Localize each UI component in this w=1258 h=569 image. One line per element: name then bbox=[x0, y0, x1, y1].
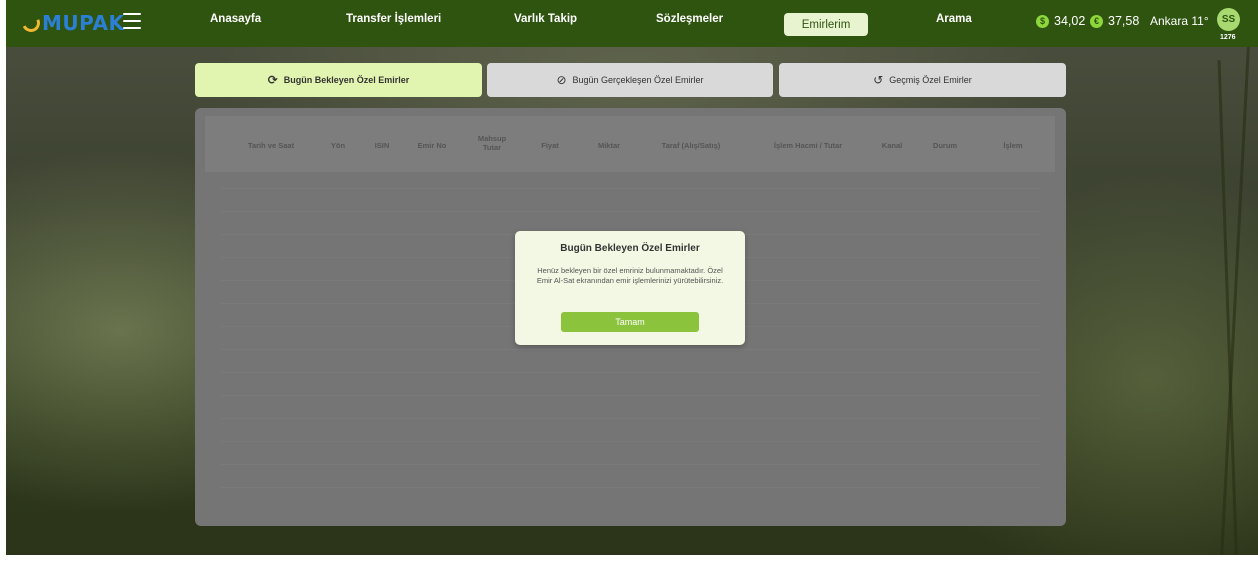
logo-swoosh-icon bbox=[19, 11, 43, 35]
usd-rate: $ 34,02 bbox=[1036, 14, 1085, 28]
column-header: ISIN bbox=[374, 141, 390, 150]
history-icon: ↺ bbox=[873, 73, 884, 87]
tab-gecmis[interactable]: ↺ Geçmiş Özel Emirler bbox=[779, 63, 1066, 97]
column-header: Miktar bbox=[597, 141, 621, 150]
modal-message: Henüz bekleyen bir özel emriniz bulunmam… bbox=[536, 266, 724, 285]
table-header: Tarih ve Saat Yön ISIN Emir No Mahsup Tu… bbox=[205, 116, 1055, 172]
tab-label: Geçmiş Özel Emirler bbox=[889, 75, 972, 85]
row-separator bbox=[221, 372, 1041, 373]
tab-bugun-bekleyen[interactable]: ⟳ Bugün Bekleyen Özel Emirler bbox=[195, 63, 482, 97]
column-header: Mahsup Tutar bbox=[477, 134, 507, 152]
row-separator bbox=[221, 211, 1041, 212]
row-separator bbox=[221, 487, 1041, 488]
nav-item-sozlesmeler[interactable]: Sözleşmeler bbox=[656, 13, 723, 25]
dollar-icon: $ bbox=[1036, 14, 1049, 28]
nav-item-transfer[interactable]: Transfer İşlemleri bbox=[346, 13, 441, 25]
eur-rate-value: 37,58 bbox=[1108, 14, 1140, 28]
check-circle-icon: ⊘ bbox=[556, 73, 567, 87]
modal-title: Bugün Bekleyen Özel Emirler bbox=[560, 243, 700, 254]
row-separator bbox=[221, 188, 1041, 189]
row-separator bbox=[221, 464, 1041, 465]
row-separator bbox=[221, 441, 1041, 442]
left-edge bbox=[0, 0, 6, 569]
user-id: 1276 bbox=[1220, 34, 1236, 41]
column-header: Tarih ve Saat bbox=[247, 141, 295, 150]
ok-button[interactable]: Tamam bbox=[561, 312, 699, 332]
bottom-edge bbox=[0, 555, 1258, 569]
row-separator bbox=[221, 349, 1041, 350]
nav-item-varlik-takip[interactable]: Varlık Takip bbox=[514, 13, 577, 25]
column-header: Taraf (Alış/Satış) bbox=[661, 141, 721, 150]
row-separator bbox=[221, 395, 1041, 396]
column-header: Durum bbox=[932, 141, 958, 150]
logo-text: MUPAK bbox=[42, 11, 125, 35]
refresh-icon: ⟳ bbox=[267, 73, 278, 87]
avatar[interactable]: SS bbox=[1217, 8, 1240, 31]
column-header: Yön bbox=[330, 141, 346, 150]
eur-rate: € 37,58 bbox=[1090, 14, 1139, 28]
column-header: Emir No bbox=[417, 141, 447, 150]
nav-item-arama[interactable]: Arama bbox=[936, 13, 972, 25]
tab-label: Bugün Gerçekleşen Özel Emirler bbox=[572, 75, 704, 85]
column-header: Kanal bbox=[881, 141, 903, 150]
logo[interactable]: MUPAK bbox=[19, 9, 125, 37]
euro-icon: € bbox=[1090, 14, 1103, 28]
nav-item-emirlerim[interactable]: Emirlerim bbox=[784, 13, 868, 36]
nav-item-anasayfa[interactable]: Anasayfa bbox=[210, 13, 261, 25]
tab-label: Bugün Bekleyen Özel Emirler bbox=[283, 75, 410, 85]
empty-state-modal: Bugün Bekleyen Özel Emirler Henüz bekley… bbox=[515, 231, 745, 345]
row-separator bbox=[221, 418, 1041, 419]
usd-rate-value: 34,02 bbox=[1054, 14, 1086, 28]
weather-location: Ankara 11° bbox=[1150, 14, 1209, 28]
top-navbar: MUPAK Anasayfa Transfer İşlemleri Varlık… bbox=[6, 0, 1258, 47]
column-header: İşlem bbox=[1003, 141, 1023, 150]
tab-bugun-gerceklesen[interactable]: ⊘ Bugün Gerçekleşen Özel Emirler bbox=[487, 63, 773, 97]
hamburger-menu-icon[interactable] bbox=[123, 13, 141, 29]
column-header: İşlem Hacmi / Tutar bbox=[773, 141, 843, 150]
column-header: Fiyat bbox=[541, 141, 559, 150]
